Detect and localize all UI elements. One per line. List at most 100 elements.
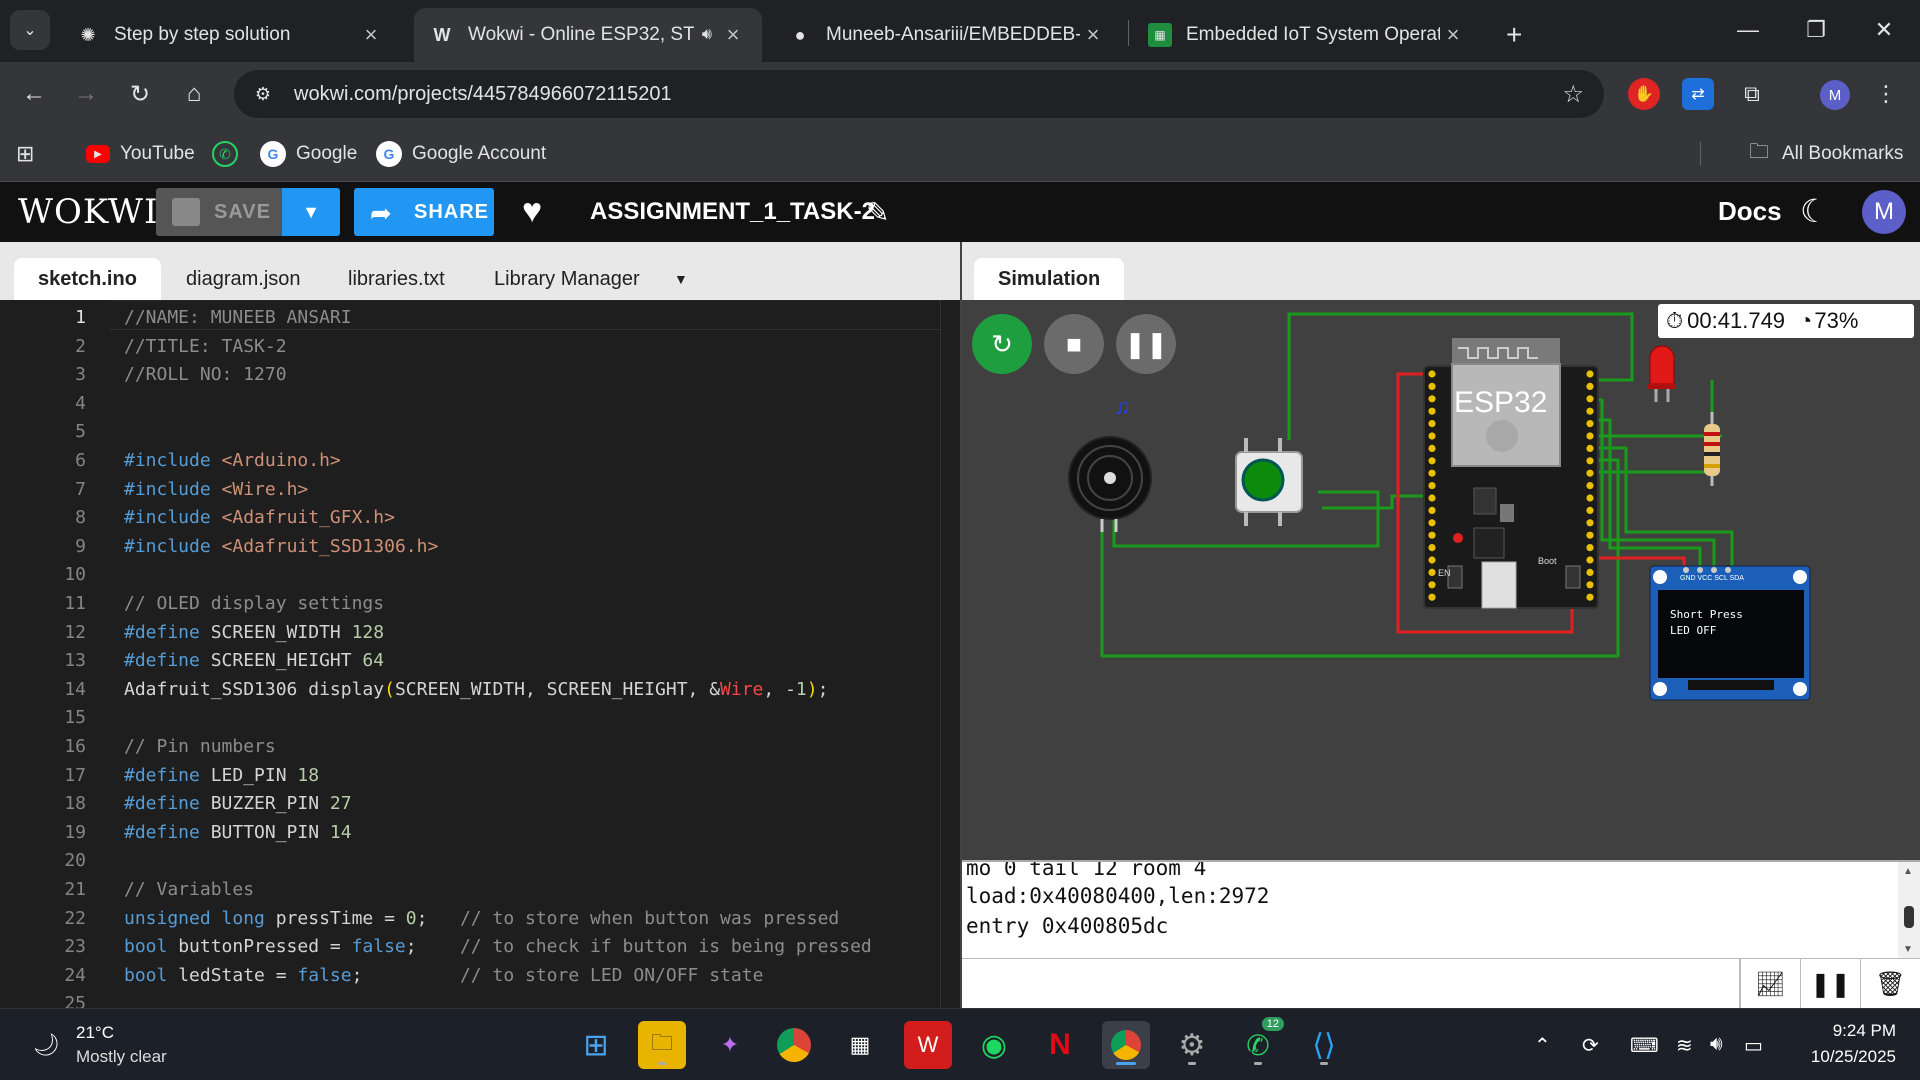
- whatsapp-icon[interactable]: ✆ 12: [1234, 1017, 1284, 1069]
- wokwi-logo[interactable]: WOKWI: [18, 192, 158, 232]
- code-line[interactable]: 21 // Variables: [0, 876, 940, 904]
- editor-scrollbar[interactable]: [940, 300, 960, 1008]
- volume-icon[interactable]: 🔊︎: [1710, 1033, 1723, 1056]
- code-line[interactable]: 9 #include <Adafruit_SSD1306.h>: [0, 533, 940, 561]
- code-line[interactable]: 19 #define BUTTON_PIN 14: [0, 819, 940, 847]
- wifi-icon[interactable]: ≋: [1676, 1033, 1693, 1058]
- restore-button[interactable]: ❐: [1796, 12, 1836, 48]
- tray-chevron-up-icon[interactable]: ⌃: [1534, 1033, 1551, 1058]
- code-line[interactable]: 3 //ROLL NO: 1270: [0, 361, 940, 389]
- simulation-canvas[interactable]: ↻ ■ ❚❚ ⏱ 00:41.749 ◔ 73% ♫ ESP32 EN Boot…: [962, 300, 1920, 860]
- serial-input[interactable]: [962, 959, 1740, 1009]
- site-info-icon[interactable]: ⚙: [248, 84, 278, 105]
- save-dropdown-button[interactable]: ▼: [282, 188, 340, 236]
- share-button[interactable]: ➦ SHARE: [354, 188, 494, 236]
- weather-temperature[interactable]: 21°C: [76, 1023, 114, 1043]
- vscode-icon[interactable]: ⟨⟩: [1300, 1021, 1348, 1069]
- tab-simulation[interactable]: Simulation: [974, 258, 1125, 300]
- wps-office-icon[interactable]: W: [904, 1021, 952, 1069]
- bookmark-google[interactable]: G Google: [260, 140, 357, 168]
- tab-diagram-json[interactable]: diagram.json: [162, 258, 325, 300]
- speaker-icon[interactable]: 🔊︎: [702, 26, 712, 44]
- battery-icon[interactable]: ▭: [1744, 1033, 1763, 1058]
- code-line[interactable]: 25: [0, 990, 940, 1008]
- browser-tab-embedded[interactable]: ▦ Embedded IoT System Operatin ×: [1132, 8, 1482, 62]
- resistor[interactable]: [1704, 412, 1720, 486]
- weather-icon[interactable]: 🌙︎: [22, 1021, 70, 1069]
- user-avatar[interactable]: M: [1862, 190, 1906, 234]
- tabs-more-caret-icon[interactable]: ▼: [650, 258, 712, 300]
- code-line[interactable]: 1 //NAME: MUNEEB ANSARI: [0, 304, 940, 332]
- code-line[interactable]: 2 //TITLE: TASK-2: [0, 333, 940, 361]
- bookmark-whatsapp[interactable]: ✆: [212, 140, 248, 168]
- copilot-icon[interactable]: ✦: [706, 1021, 754, 1069]
- code-line[interactable]: 20: [0, 847, 940, 875]
- chrome-profile-icon[interactable]: [1102, 1021, 1150, 1069]
- code-line[interactable]: 10: [0, 561, 940, 589]
- moon-icon[interactable]: ☾: [1800, 192, 1829, 230]
- pencil-icon[interactable]: ✎: [866, 196, 889, 229]
- code-line[interactable]: 22 unsigned long pressTime = 0; // to sto…: [0, 905, 940, 933]
- scroll-up-icon[interactable]: ▲: [1903, 866, 1913, 877]
- all-bookmarks[interactable]: 🗀 All Bookmarks: [1746, 140, 1903, 168]
- profile-avatar[interactable]: M: [1820, 80, 1850, 110]
- extension-red-icon[interactable]: ✋: [1628, 78, 1660, 110]
- code-line[interactable]: 8 #include <Adafruit_GFX.h>: [0, 504, 940, 532]
- browser-tab-github[interactable]: ● Muneeb-Ansariii/EMBEDDEB-IC ×: [772, 8, 1122, 62]
- code-line[interactable]: 24 bool ledState = false; // to store LED…: [0, 962, 940, 990]
- close-icon[interactable]: ×: [358, 22, 384, 48]
- start-windows-icon[interactable]: ⊞: [572, 1021, 620, 1069]
- clock-time[interactable]: 9:24 PM: [1796, 1021, 1896, 1041]
- docs-link[interactable]: Docs: [1718, 196, 1782, 227]
- save-button[interactable]: SAVE: [156, 188, 282, 236]
- bookmark-star-icon[interactable]: ☆: [1562, 80, 1584, 109]
- tab-search-button[interactable]: ⌄: [10, 10, 50, 50]
- code-line[interactable]: 18 #define BUZZER_PIN 27: [0, 790, 940, 818]
- url-text[interactable]: wokwi.com/projects/445784966072115201: [294, 83, 672, 106]
- reload-button[interactable]: ↻: [122, 76, 158, 112]
- address-bar[interactable]: ⚙ wokwi.com/projects/445784966072115201 …: [234, 70, 1604, 118]
- red-led[interactable]: [1648, 345, 1676, 402]
- sync-icon[interactable]: ⟳: [1582, 1033, 1599, 1058]
- browser-tab-wokwi[interactable]: W Wokwi - Online ESP32, STM 🔊︎ ×: [414, 8, 762, 62]
- scroll-thumb[interactable]: [1904, 906, 1914, 928]
- plotter-button[interactable]: 📈︎: [1740, 959, 1800, 1009]
- tab-sketch-ino[interactable]: sketch.ino: [14, 258, 161, 300]
- code-line[interactable]: 13 #define SCREEN_HEIGHT 64: [0, 647, 940, 675]
- tab-libraries-txt[interactable]: libraries.txt: [324, 258, 469, 300]
- microsoft-store-icon[interactable]: ▦: [836, 1021, 884, 1069]
- code-line[interactable]: 16 // Pin numbers: [0, 733, 940, 761]
- code-line[interactable]: 23 bool buttonPressed = false; // to chec…: [0, 933, 940, 961]
- buzzer[interactable]: [1068, 436, 1152, 532]
- home-button[interactable]: ⌂: [176, 76, 212, 112]
- file-explorer-icon[interactable]: 🗀: [638, 1021, 686, 1069]
- clock-date[interactable]: 10/25/2025: [1780, 1047, 1896, 1067]
- push-button[interactable]: [1235, 438, 1303, 526]
- serial-scrollbar[interactable]: ▲ ▼: [1898, 862, 1920, 958]
- settings-gear-icon[interactable]: ⚙: [1168, 1021, 1216, 1069]
- netflix-icon[interactable]: N: [1036, 1021, 1084, 1069]
- clear-serial-button[interactable]: 🗑︎: [1860, 959, 1920, 1009]
- close-icon[interactable]: ×: [720, 22, 746, 48]
- serial-monitor[interactable]: mo 0 tail 12 room 4 load:0x40080400,len:…: [962, 860, 1920, 958]
- code-editor[interactable]: 1 //NAME: MUNEEB ANSARI 2 //TITLE: TASK-2 3 /…: [0, 300, 960, 1008]
- apps-icon[interactable]: ⊞: [16, 140, 34, 168]
- browser-tab-step-by-step[interactable]: ✺ Step by step solution ×: [60, 8, 400, 62]
- code-line[interactable]: 7 #include <Wire.h>: [0, 476, 940, 504]
- tab-library-manager[interactable]: Library Manager: [470, 258, 664, 300]
- code-line[interactable]: 11 // OLED display settings: [0, 590, 940, 618]
- code-line[interactable]: 15: [0, 704, 940, 732]
- extension-blue-icon[interactable]: ⇄: [1682, 78, 1714, 110]
- spotify-icon[interactable]: ◉: [970, 1021, 1018, 1069]
- scroll-down-icon[interactable]: ▼: [1903, 944, 1913, 955]
- kebab-menu-icon[interactable]: ⋮: [1870, 78, 1902, 110]
- weather-description[interactable]: Mostly clear: [76, 1047, 167, 1067]
- bookmark-google-account[interactable]: G Google Account: [376, 140, 546, 168]
- minimize-button[interactable]: —: [1728, 12, 1768, 48]
- close-icon[interactable]: ×: [1440, 22, 1466, 48]
- code-line[interactable]: 14 Adafruit_SSD1306 display(SCREEN_WIDTH,…: [0, 676, 940, 704]
- heart-icon[interactable]: ♥: [522, 192, 542, 231]
- forward-button[interactable]: →: [68, 76, 104, 112]
- serial-pause-button[interactable]: ❚❚: [1800, 959, 1860, 1009]
- code-line[interactable]: 17 #define LED_PIN 18: [0, 762, 940, 790]
